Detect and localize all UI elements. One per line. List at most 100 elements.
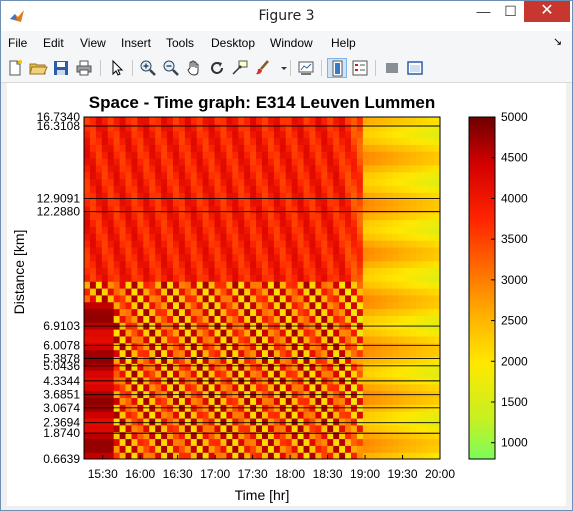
heat-cell <box>84 363 91 371</box>
printer-icon[interactable] <box>74 58 94 78</box>
heat-cell <box>351 411 358 419</box>
heat-cell <box>167 212 174 221</box>
heat-cell <box>107 329 115 337</box>
menu-desktop[interactable]: Desktop <box>211 36 255 50</box>
zoom-out-icon[interactable] <box>161 58 181 78</box>
heat-cell <box>291 151 299 159</box>
heat-cell <box>125 452 133 459</box>
heat-cell <box>416 137 423 145</box>
heat-cell <box>125 123 133 132</box>
heat-cell <box>386 240 394 248</box>
title-bar[interactable]: Figure 3 — ☐ ✕ <box>1 1 572 31</box>
heat-cell <box>362 335 370 344</box>
heat-cell <box>131 144 138 152</box>
heat-cell <box>416 411 423 419</box>
heat-cell <box>356 308 364 316</box>
heat-cell <box>137 411 144 419</box>
heat-cell <box>208 240 216 248</box>
heat-cell <box>173 185 180 193</box>
heat-cell <box>89 329 97 337</box>
heat-cell <box>131 349 138 357</box>
heat-cell <box>386 308 394 316</box>
save-icon[interactable] <box>51 58 71 78</box>
heat-cell <box>196 424 204 433</box>
heat-cell <box>149 158 156 166</box>
heat-cell <box>119 158 127 166</box>
heat-cell <box>362 158 370 166</box>
heat-cell <box>416 315 423 323</box>
chevron-down-icon[interactable] <box>274 58 287 78</box>
heat-cell <box>273 356 281 364</box>
close-button[interactable]: ✕ <box>524 1 570 22</box>
heat-cell <box>428 178 435 186</box>
heat-cell <box>333 178 340 186</box>
heat-cell <box>386 363 394 371</box>
heat-cell <box>392 219 400 228</box>
heat-cell <box>398 164 405 173</box>
menu-file[interactable]: File <box>8 36 27 50</box>
heat-cell <box>167 137 174 145</box>
heat-cell <box>149 240 156 248</box>
heat-cell <box>208 308 216 316</box>
heat-cell <box>143 445 150 453</box>
maximize-button[interactable]: ☐ <box>497 1 524 22</box>
heat-cell <box>345 240 352 248</box>
heat-cell <box>315 164 322 173</box>
figure-canvas[interactable]: Space - Time graph: E314 Leuven Lummen 0… <box>7 83 566 506</box>
colorbar[interactable] <box>468 116 496 460</box>
data-cursor-icon[interactable] <box>230 58 250 78</box>
minimize-button[interactable]: — <box>470 1 497 22</box>
hide-tools-icon[interactable] <box>382 58 402 78</box>
heat-cell <box>220 452 227 459</box>
heat-cell <box>208 356 216 364</box>
heat-cell <box>362 212 370 221</box>
heat-cell <box>273 288 281 296</box>
heat-cell <box>410 424 417 433</box>
dock-arrow-icon[interactable]: ↘ <box>553 35 562 48</box>
heat-cell <box>404 205 411 214</box>
heat-cell <box>416 383 423 392</box>
heat-cell <box>380 424 388 433</box>
new-file-icon[interactable] <box>5 58 25 78</box>
heat-cell <box>273 117 281 125</box>
menu-insert[interactable]: Insert <box>121 36 151 50</box>
heat-cell <box>95 329 103 337</box>
hand-icon[interactable] <box>184 58 204 78</box>
heat-cell <box>125 431 133 440</box>
heat-cell <box>267 164 275 173</box>
heat-cell <box>196 205 204 214</box>
arrow-cursor-icon[interactable] <box>107 58 127 78</box>
legend-icon[interactable] <box>350 58 370 78</box>
show-tools-icon[interactable] <box>405 58 425 78</box>
heat-cell <box>84 199 91 207</box>
heat-cell <box>178 151 186 159</box>
folder-open-icon[interactable] <box>28 58 48 78</box>
menu-tools[interactable]: Tools <box>166 36 194 50</box>
menu-window[interactable]: Window <box>270 36 313 50</box>
link-plot-icon[interactable] <box>296 58 316 78</box>
heat-cell <box>309 212 316 221</box>
heat-cell <box>232 144 239 152</box>
heat-cell <box>113 267 121 275</box>
heat-cell <box>315 288 322 296</box>
heat-cell <box>368 130 376 139</box>
menu-help[interactable]: Help <box>331 36 356 50</box>
heat-cell <box>256 260 263 269</box>
rotate-icon[interactable] <box>207 58 227 78</box>
heat-cell <box>345 267 352 275</box>
brush-icon[interactable] <box>253 58 273 78</box>
heat-cell <box>327 137 334 145</box>
zoom-in-icon[interactable] <box>138 58 158 78</box>
heat-cell <box>392 308 400 316</box>
menu-view[interactable]: View <box>80 36 106 50</box>
heat-cell <box>309 329 316 337</box>
heat-cell <box>392 301 400 310</box>
heat-cell <box>309 226 316 234</box>
heat-cell <box>279 212 287 221</box>
heat-cell <box>327 205 334 214</box>
y-axis-label: Distance [km] <box>11 230 27 315</box>
heat-cell <box>137 212 144 221</box>
heat-cell <box>368 274 376 282</box>
colorbar-icon[interactable] <box>327 58 347 78</box>
menu-edit[interactable]: Edit <box>43 36 64 50</box>
